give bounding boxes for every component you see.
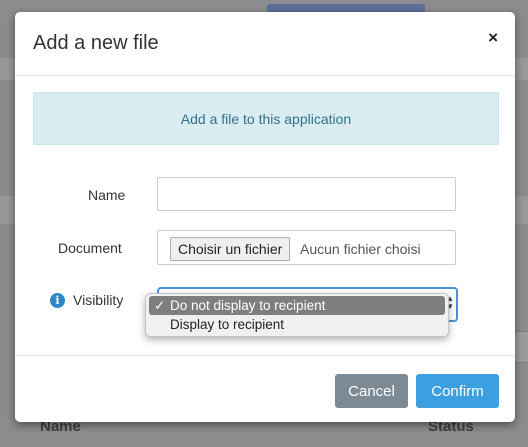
background-select	[513, 331, 528, 363]
info-alert: Add a file to this application	[33, 92, 499, 145]
option-label: Do not display to recipient	[170, 298, 326, 313]
add-file-modal: Add a new file × Add a file to this appl…	[15, 12, 515, 422]
visibility-label: Visibility	[73, 292, 124, 308]
dropdown-option-display[interactable]: Display to recipient	[149, 315, 445, 334]
name-label: Name	[88, 187, 126, 203]
choose-file-button[interactable]: Choisir un fichier	[170, 237, 291, 261]
info-icon[interactable]: i	[50, 293, 65, 308]
confirm-button[interactable]: Confirm	[416, 374, 499, 408]
footer-divider	[15, 355, 515, 356]
document-label: Document	[58, 240, 122, 256]
cancel-button[interactable]: Cancel	[335, 374, 408, 408]
info-alert-text: Add a file to this application	[180, 110, 352, 127]
modal-title: Add a new file	[33, 32, 159, 54]
modal-header: Add a new file ×	[15, 12, 515, 76]
document-file-input[interactable]: Choisir un fichier Aucun fichier choisi	[157, 230, 456, 265]
option-label: Display to recipient	[170, 317, 285, 332]
file-status-text: Aucun fichier choisi	[300, 241, 421, 257]
dropdown-option-do-not-display[interactable]: ✓ Do not display to recipient	[149, 296, 445, 315]
visibility-dropdown-menu: ✓ Do not display to recipient Display to…	[145, 293, 449, 337]
checkmark-icon: ✓	[154, 298, 166, 313]
name-input[interactable]	[157, 177, 456, 211]
close-icon[interactable]: ×	[488, 28, 498, 48]
